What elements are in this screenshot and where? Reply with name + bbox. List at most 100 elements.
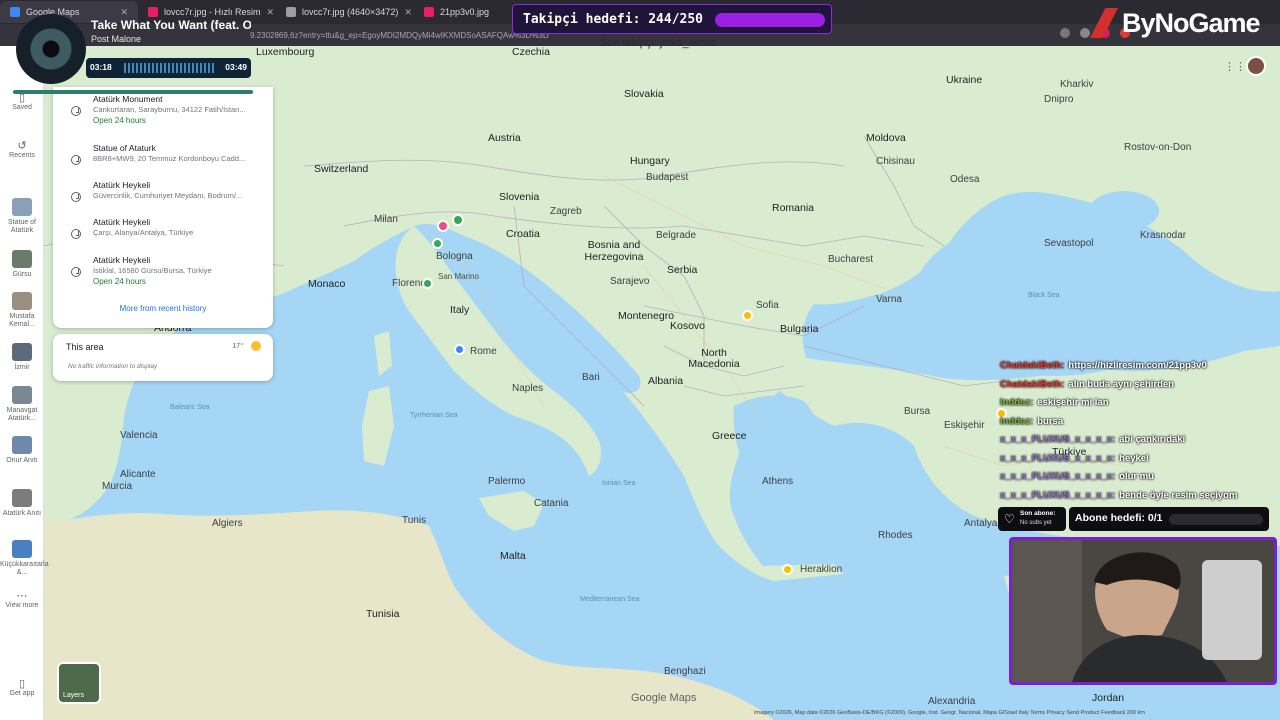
label-murcia: Murcia — [102, 481, 133, 492]
playback-bar: 03:18 03:49 — [86, 58, 251, 78]
label-kosovo: Kosovo — [670, 320, 706, 332]
chat-message: x_x_x_FLUXUS_x_x_x_x: heykel — [1000, 452, 1149, 464]
sidebar-saved[interactable]: ▯ Saved — [0, 93, 44, 112]
progress-bar — [13, 90, 253, 94]
label-milan: Milan — [374, 214, 398, 225]
map-pin-icon[interactable] — [782, 564, 793, 575]
label-slovakia: Slovakia — [624, 88, 664, 100]
area-title: This area — [66, 342, 104, 352]
webcam-frame — [1009, 537, 1277, 685]
sidebar-get-app[interactable]: ▯ Get app — [0, 678, 44, 698]
label-belgrade: Belgrade — [656, 230, 697, 241]
label-bucharest: Bucharest — [828, 254, 874, 265]
map-pin-icon[interactable] — [432, 238, 443, 249]
label-san-marino: San Marino — [438, 272, 479, 281]
place-thumbnail — [12, 198, 32, 216]
sidebar-item-gursu[interactable]: Gürsu — [0, 250, 44, 279]
sidebar-item-manavgat[interactable]: Manavgat Atatürk... — [0, 386, 44, 423]
last-subscriber: ♡ Son abone: No subs yet — [998, 507, 1066, 531]
label-odesa: Odesa — [950, 174, 980, 185]
label-czechia: Czechia — [512, 46, 550, 58]
follower-goal-text: Takipçi hedefi: 244/250 — [523, 12, 704, 27]
globe-favicon-icon — [286, 7, 296, 17]
map-pin-icon[interactable] — [422, 278, 433, 289]
account-avatar[interactable] — [1246, 56, 1266, 76]
label-italy: Italy — [450, 304, 470, 316]
label-rostov: Rostov-on-Don — [1124, 142, 1192, 153]
history-clock-icon — [71, 229, 81, 239]
label-sevastopol: Sevastopol — [1044, 238, 1094, 249]
label-bursa: Bursa — [904, 406, 931, 417]
url-text[interactable]: 9.2302869,6z?entry=ttu&g_ep=EgoyMDI2MDQy… — [250, 31, 549, 40]
history-clock-icon — [71, 106, 81, 116]
map-pin-icon[interactable] — [454, 344, 465, 355]
sidebar-recents[interactable]: ↺ Recents — [0, 141, 44, 160]
label-malta: Malta — [500, 550, 526, 562]
song-title: Take What You Want (feat. O — [91, 18, 251, 32]
google-maps-logo: Google Maps — [631, 692, 697, 704]
label-austria: Austria — [488, 132, 521, 144]
last-follower: Son takipçi: jinka_ausra — [600, 37, 717, 49]
label-north-macedonia: North Macedonia — [688, 347, 740, 370]
recent-item[interactable]: Atatürk Heykeli Çarşı, Alanya/Antalya, T… — [53, 217, 273, 253]
map-pin-icon[interactable] — [452, 214, 464, 226]
label-varna: Varna — [876, 294, 902, 305]
subscriber-goal-meter — [1169, 514, 1263, 525]
time-current: 03:18 — [90, 62, 112, 72]
label-sarajevo: Sarajevo — [610, 276, 650, 287]
place-thumbnail — [12, 292, 32, 310]
temperature: 17° — [232, 343, 243, 350]
album-art — [16, 14, 86, 84]
label-tunisia: Tunisia — [366, 608, 400, 620]
label-luxembourg: Luxembourg — [256, 46, 315, 58]
map-pin-icon[interactable] — [437, 220, 449, 232]
label-valencia: Valencia — [120, 430, 158, 441]
label-athens: Athens — [762, 476, 794, 487]
recent-item[interactable]: Atatürk Heykeli Güvercinlik, Cumhuriyet … — [53, 180, 273, 216]
recent-item[interactable]: Statue of Ataturk 8BR8+MW9, 20 Temmuz Ko… — [53, 143, 273, 179]
label-tunis: Tunis — [402, 515, 427, 526]
place-thumbnail — [12, 436, 32, 454]
now-playing-widget: Take What You Want (feat. O Post Malone … — [10, 10, 260, 94]
more-recent-history-link[interactable]: More from recent history — [53, 304, 273, 313]
place-thumbnail — [12, 386, 32, 404]
song-artist: Post Malone — [91, 34, 142, 44]
label-heraklion: Heraklion — [800, 564, 843, 575]
map-pin-icon[interactable] — [742, 310, 753, 321]
chat-message: x_x_x_FLUXUS_x_x_x_x: bende öyle resim se… — [1000, 489, 1238, 501]
image-favicon-icon — [424, 7, 434, 17]
recent-item[interactable]: Atatürk Monument Cankurtaran, Sarayburnu… — [53, 94, 273, 130]
label-sofia: Sofia — [756, 300, 779, 311]
this-area-card[interactable]: This area 17° No traffic information to … — [53, 334, 273, 381]
sidebar-view-more[interactable]: ⋯ View more — [0, 591, 44, 610]
label-kharkiv: Kharkiv — [1060, 79, 1094, 90]
maps-sidebar: ▯ Saved ↺ Recents Statue of Atatürk Gürs… — [0, 46, 49, 720]
label-tyrrhenian-sea: Tyrrhenian Sea — [410, 412, 458, 419]
bolt-logo-icon — [1090, 8, 1118, 38]
tab-image-full[interactable]: lovcc7r.jpg (4640×3472) ✕ — [276, 1, 414, 23]
sidebar-item-kucukkara[interactable]: Küçükkaraıtarla &... — [0, 540, 49, 577]
history-clock-icon — [71, 155, 81, 165]
sidebar-item-izmir[interactable]: İzmir — [0, 343, 44, 372]
apps-icon[interactable] — [1060, 28, 1070, 38]
label-krasnodar: Krasnodar — [1140, 230, 1187, 241]
sidebar-item-ataturk-aniti[interactable]: Atatürk Anıtı — [0, 489, 44, 518]
sidebar-item-mustafa-kemal[interactable]: Mustafa Kemal... — [0, 292, 44, 329]
label-bulgaria: Bulgaria — [780, 323, 819, 335]
chat-message: x_x_x_FLUXUS_x_x_x_x: abi çankırıdaki — [1000, 434, 1186, 445]
sidebar-item-onur-aniti[interactable]: Onur Anıtı — [0, 436, 44, 465]
label-budapest: Budapest — [646, 172, 689, 183]
sidebar-item-statue-of-ataturk[interactable]: Statue of Atatürk — [0, 198, 44, 235]
channel-logo: ByNoGame — [1090, 5, 1261, 41]
close-tab-icon[interactable]: ✕ — [267, 7, 275, 18]
history-clock-icon — [71, 192, 81, 202]
recent-item[interactable]: Atatürk Heykeli İstiklal, 16580 Gürsu/Bu… — [53, 255, 273, 291]
close-tab-icon[interactable]: ✕ — [404, 7, 412, 18]
layers-button[interactable]: Layers — [57, 662, 101, 704]
streamer-video — [1012, 540, 1274, 682]
star-icon[interactable] — [1080, 28, 1090, 38]
phone-icon: ▯ — [18, 678, 26, 690]
label-moldova: Moldova — [866, 132, 906, 144]
label-rome: Rome — [470, 346, 497, 357]
label-albania: Albania — [648, 375, 684, 387]
